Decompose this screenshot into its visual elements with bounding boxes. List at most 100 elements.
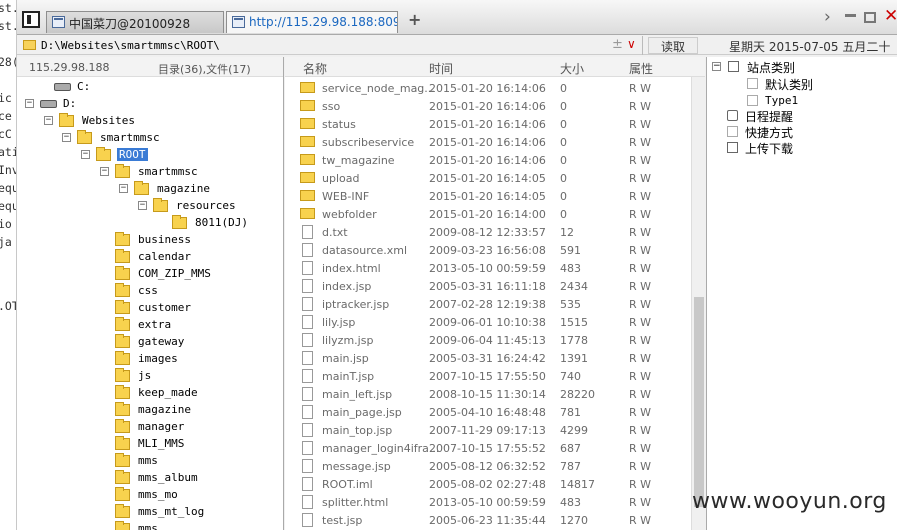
file-time: 2015-01-20 16:14:06 <box>429 136 546 149</box>
file-row[interactable]: lilyzm.jsp 2009-06-04 11:45:13 1778 R W <box>285 331 690 349</box>
collapse-icon[interactable]: − <box>100 167 109 176</box>
scrollbar-thumb[interactable] <box>694 297 704 507</box>
file-icon <box>302 459 313 473</box>
file-row[interactable]: subscribeservice 2015-01-20 16:14:06 0 R W <box>285 133 690 151</box>
file-row[interactable]: main_left.jsp 2008-10-15 11:30:14 28220 R W <box>285 385 690 403</box>
col-size[interactable]: 大小 <box>560 60 584 77</box>
tree-node-label: ROOT <box>117 148 148 161</box>
file-attr: R W <box>629 244 652 257</box>
file-row[interactable]: index.html 2013-05-10 00:59:59 483 R W <box>285 259 690 277</box>
file-icon <box>302 333 313 347</box>
file-name: message.jsp <box>322 460 391 473</box>
file-row[interactable]: main.jsp 2005-03-31 16:24:42 1391 R W <box>285 349 690 367</box>
path-input[interactable]: D:\Websites\smartmmsc\ROOT\ ± ∨ <box>17 36 643 55</box>
file-name: mainT.jsp <box>322 370 375 383</box>
file-name: service_node_mag... <box>322 82 435 95</box>
tree-node-label: images <box>138 352 178 365</box>
background-text-fragment: equ <box>0 181 16 195</box>
file-name: main_top.jsp <box>322 424 393 437</box>
tree-node-label: smartmmsc <box>138 165 198 178</box>
file-row[interactable]: tw_magazine 2015-01-20 16:14:06 0 R W <box>285 151 690 169</box>
app-menu-icon[interactable] <box>22 11 40 28</box>
file-row[interactable]: message.jsp 2005-08-12 06:32:52 787 R W <box>285 457 690 475</box>
file-attr: R W <box>629 316 652 329</box>
file-name: upload <box>322 172 360 185</box>
file-row[interactable]: test.jsp 2005-06-23 11:35:44 1270 R W <box>285 511 690 529</box>
file-name: webfolder <box>322 208 377 221</box>
collapse-icon[interactable]: − <box>44 116 53 125</box>
file-list-scrollbar[interactable] <box>691 77 705 530</box>
collapse-icon[interactable]: − <box>62 133 71 142</box>
file-time: 2015-01-20 16:14:00 <box>429 208 546 221</box>
bookmark-toggle[interactable]: ± <box>612 37 623 52</box>
tree-node-label: keep_made <box>138 386 198 399</box>
tree-node-label: mms_mo <box>138 488 178 501</box>
file-row[interactable]: status 2015-01-20 16:14:06 0 R W <box>285 115 690 133</box>
file-icon <box>302 243 313 257</box>
col-name[interactable]: 名称 <box>303 60 327 77</box>
file-row[interactable]: mainT.jsp 2007-10-15 17:55:50 740 R W <box>285 367 690 385</box>
background-text-fragment: equ <box>0 199 16 213</box>
file-row[interactable]: lily.jsp 2009-06-01 10:10:38 1515 R W <box>285 313 690 331</box>
file-name: WEB-INF <box>322 190 370 203</box>
path-dropdown-icon[interactable]: ∨ <box>627 37 636 51</box>
tab-label: 中国菜刀@20100928 <box>69 17 191 31</box>
file-row[interactable]: ROOT.iml 2005-08-02 02:27:48 14817 R W <box>285 475 690 493</box>
file-row[interactable]: WEB-INF 2015-01-20 16:14:05 0 R W <box>285 187 690 205</box>
file-name: manager_login4ifra... <box>322 442 440 455</box>
file-icon <box>302 405 313 419</box>
file-size: 12 <box>560 226 574 239</box>
folder-icon <box>23 40 36 50</box>
file-row[interactable]: main_top.jsp 2007-11-29 09:17:13 4299 R W <box>285 421 690 439</box>
tab-shell-url[interactable]: http://115.29.98.188:8090/s... <box>226 11 398 33</box>
dir-file-count: 目录(36),文件(17) <box>158 63 251 76</box>
collapse-icon[interactable]: − <box>81 150 90 159</box>
collapse-icon[interactable]: − <box>119 184 128 193</box>
file-row[interactable]: upload 2015-01-20 16:14:05 0 R W <box>285 169 690 187</box>
file-size: 0 <box>560 118 567 131</box>
file-size: 0 <box>560 136 567 149</box>
col-attr[interactable]: 属性 <box>629 60 653 77</box>
file-attr: R W <box>629 208 652 221</box>
file-row[interactable]: main_page.jsp 2005-04-10 16:48:48 781 R W <box>285 403 690 421</box>
folder-icon <box>115 521 130 530</box>
file-icon <box>302 513 313 527</box>
file-row[interactable]: datasource.xml 2009-03-23 16:56:08 591 R W <box>285 241 690 259</box>
file-name: d.txt <box>322 226 348 239</box>
tree-node-label: mms <box>138 454 158 467</box>
read-button[interactable]: 读取 <box>648 37 698 54</box>
file-row[interactable]: manager_login4ifra... 2007-10-15 17:55:52… <box>285 439 690 457</box>
file-attr: R W <box>629 154 652 167</box>
new-tab-plus-icon[interactable]: + <box>408 10 421 29</box>
collapse-icon[interactable]: − <box>712 62 721 71</box>
file-time: 2013-05-10 00:59:59 <box>429 262 546 275</box>
folder-icon <box>115 351 130 365</box>
file-list-pane: 名称 时间 大小 属性 service_node_mag... 2015-01-2… <box>285 57 705 530</box>
file-icon <box>302 441 313 455</box>
file-time: 2005-08-02 02:27:48 <box>429 478 546 491</box>
minimize-icon[interactable] <box>845 14 856 17</box>
file-row[interactable]: index.jsp 2005-03-31 16:11:18 2434 R W <box>285 277 690 295</box>
file-attr: R W <box>629 118 652 131</box>
tab-caidao[interactable]: 中国菜刀@20100928 <box>46 11 224 33</box>
chevron-right-icon[interactable]: › <box>824 7 831 27</box>
collapse-icon[interactable]: − <box>138 201 147 210</box>
file-attr: R W <box>629 496 652 509</box>
tree-node-label: MLI_MMS <box>138 437 185 450</box>
file-row[interactable]: splitter.html 2013-05-10 00:59:59 483 R W <box>285 493 690 511</box>
collapse-icon[interactable]: − <box>25 99 34 108</box>
file-row[interactable]: d.txt 2009-08-12 12:33:57 12 R W <box>285 223 690 241</box>
file-size: 687 <box>560 442 581 455</box>
close-icon[interactable]: ✕ <box>884 6 897 26</box>
folder-icon <box>172 215 187 229</box>
file-row[interactable]: sso 2015-01-20 16:14:06 0 R W <box>285 97 690 115</box>
file-row[interactable]: iptracker.jsp 2007-02-28 12:19:38 535 R W <box>285 295 690 313</box>
file-icon <box>302 261 313 275</box>
folder-icon <box>300 172 315 183</box>
tree-node-label: customer <box>138 301 191 314</box>
col-time[interactable]: 时间 <box>429 60 453 77</box>
maximize-icon[interactable] <box>864 12 876 23</box>
file-row[interactable]: service_node_mag... 2015-01-20 16:14:06 0 R… <box>285 79 690 97</box>
file-icon <box>302 369 313 383</box>
file-row[interactable]: webfolder 2015-01-20 16:14:00 0 R W <box>285 205 690 223</box>
